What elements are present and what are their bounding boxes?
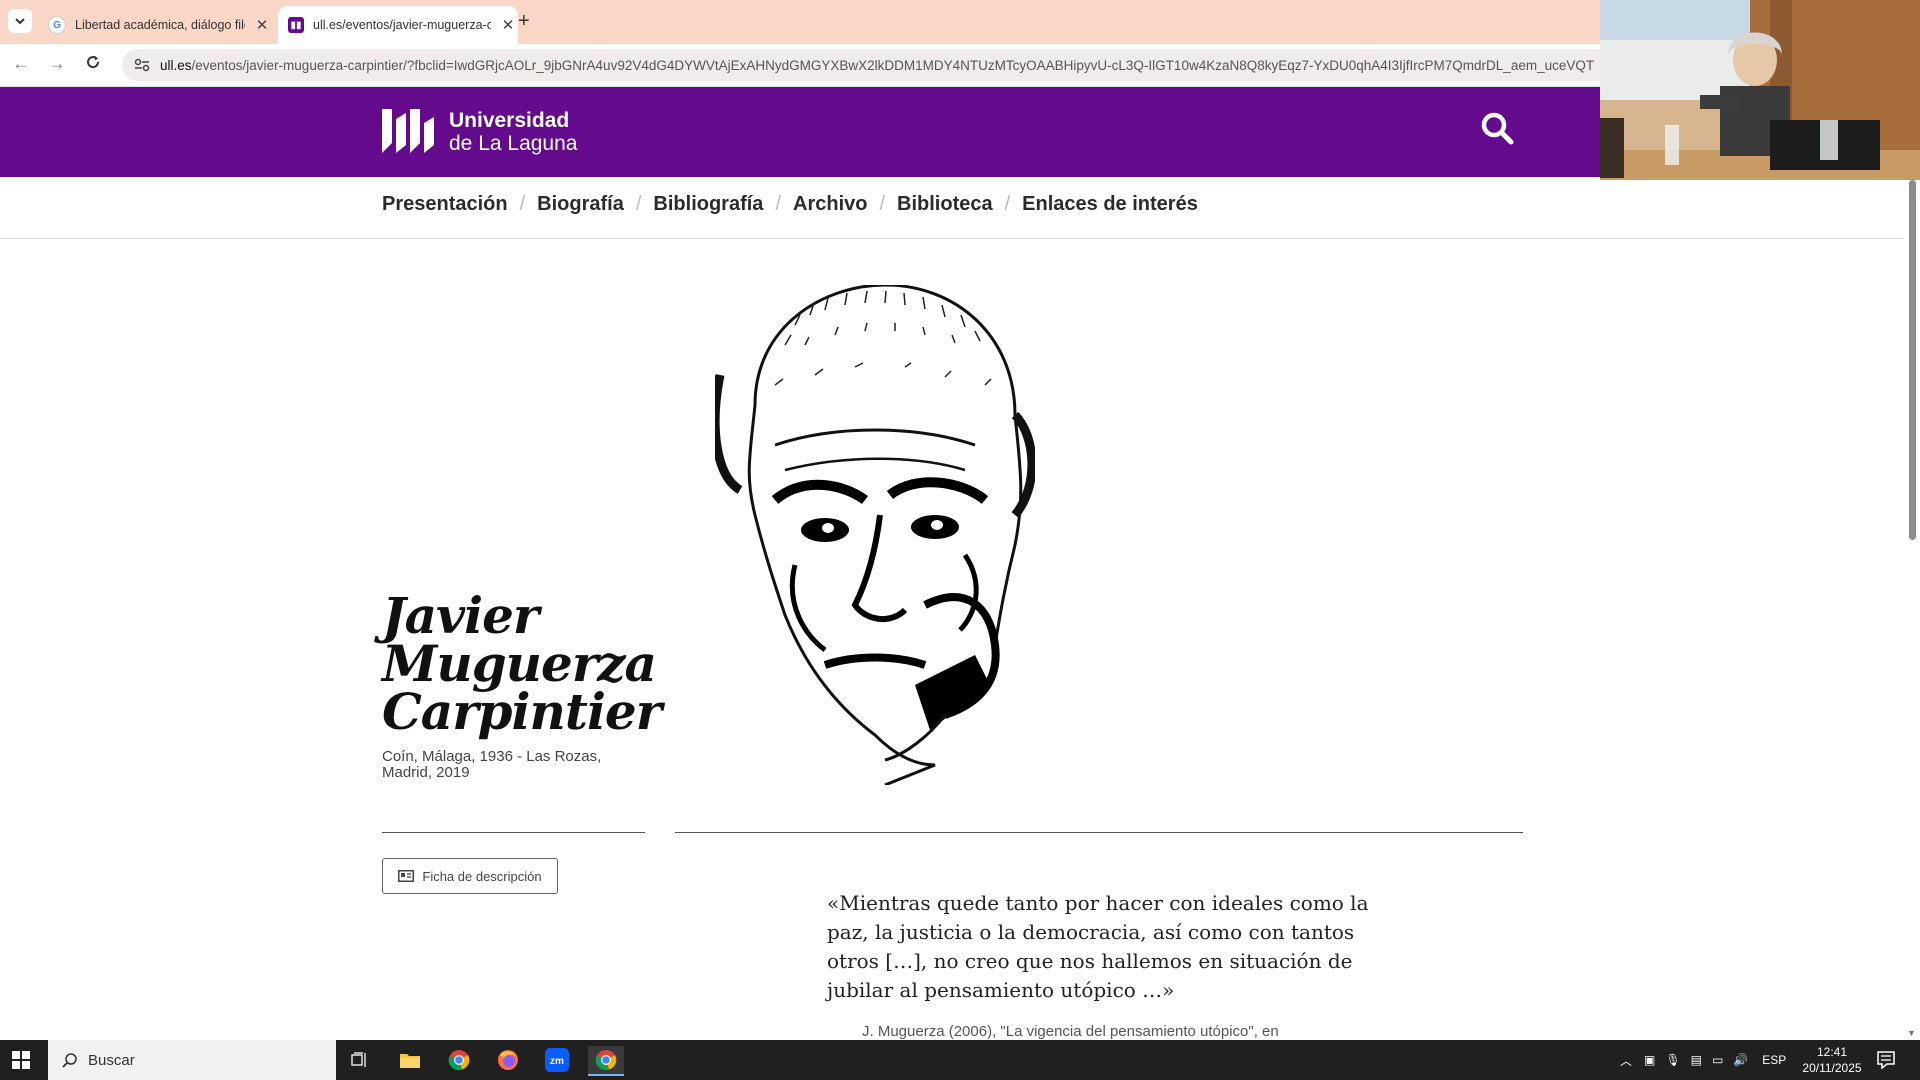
divider: [675, 832, 1523, 833]
birth-death-dates: Coín, Málaga, 1936 - Las Rozas, Madrid, …: [382, 748, 602, 781]
close-icon[interactable]: ✕: [499, 16, 517, 34]
nav-separator: /: [635, 193, 642, 215]
search-icon: [62, 1053, 77, 1068]
video-frame-image: [1600, 0, 1920, 180]
system-tray: ︿ ▣ 🎙 ▤ ▭ 🔊 ESP: [1620, 1040, 1786, 1080]
ficha-label: Ficha de descripción: [422, 868, 542, 884]
quote-text: «Mientras quede tanto por hacer con idea…: [827, 891, 1369, 1002]
chevron-down-icon: [15, 18, 25, 25]
quote-citation: J. Muguerza (2006), "La vigencia del pen…: [862, 1023, 1279, 1040]
nav-item-biografia[interactable]: Biografía: [537, 193, 624, 216]
nav-separator: /: [519, 193, 526, 215]
logo-line-1: Universidad: [449, 109, 570, 132]
google-icon: G: [48, 16, 66, 34]
chrome-active-icon[interactable]: [588, 1046, 624, 1076]
language-indicator[interactable]: ESP: [1762, 1053, 1786, 1067]
volume-icon[interactable]: 🔊: [1733, 1053, 1748, 1067]
nav-item-biblioteca[interactable]: Biblioteca: [897, 193, 993, 216]
person-name: Javier Muguerza Carpintier: [382, 586, 662, 741]
forward-button[interactable]: →: [46, 54, 68, 74]
nav-separator: /: [1004, 193, 1011, 215]
scroll-down-arrow-icon[interactable]: ▼: [1907, 1028, 1916, 1038]
microphone-icon[interactable]: 🎙: [1665, 1053, 1680, 1067]
address-bar: ← → ull.es/eventos/javier-muguerza-carpi…: [0, 44, 1612, 87]
browser-tab[interactable]: G Libertad académica, diálogo filosófico…: [36, 6, 284, 44]
taskbar-clock[interactable]: 12:41 20/11/2025: [1800, 1044, 1864, 1076]
search-icon[interactable]: [1480, 111, 1514, 145]
nav-item-enlaces[interactable]: Enlaces de interés: [1022, 193, 1198, 216]
reload-button[interactable]: [82, 54, 104, 75]
windows-taskbar: Buscar zm ︿ ▣ 🎙 ▤ ▭ 🔊 ESP 12:41 20/11/20…: [0, 1040, 1920, 1080]
camera-icon[interactable]: ▣: [1644, 1053, 1655, 1067]
name-line: Carpintier: [382, 682, 662, 741]
chrome-icon[interactable]: [441, 1046, 477, 1074]
security-icon[interactable]: ▤: [1691, 1053, 1702, 1067]
nav-item-bibliografia[interactable]: Bibliografía: [653, 193, 763, 216]
notification-icon[interactable]: [1876, 1050, 1896, 1070]
clock-date: 20/11/2025: [1802, 1061, 1862, 1075]
browser-tab-bar: G Libertad académica, diálogo filosófico…: [0, 0, 1600, 44]
back-button[interactable]: ←: [10, 54, 32, 74]
tab-title: Libertad académica, diálogo filosófico: [75, 18, 245, 32]
url-text: ull.es/eventos/javier-muguerza-carpintie…: [160, 58, 1594, 73]
nav-item-archivo[interactable]: Archivo: [793, 193, 867, 216]
page-scrollbar[interactable]: ▼: [1904, 177, 1920, 1040]
reload-icon: [87, 56, 100, 69]
site-navigation: Presentación / Biografía / Bibliografía …: [0, 177, 1910, 239]
firefox-icon[interactable]: [490, 1046, 526, 1074]
svg-text:zm: zm: [550, 1056, 564, 1067]
video-feed-overlay: [1600, 0, 1920, 180]
ull-logo-icon[interactable]: [382, 109, 436, 153]
show-hidden-icons-icon[interactable]: ︿: [1620, 1052, 1632, 1069]
site-header: Universidad de La Laguna: [0, 87, 1600, 177]
name-line: Muguerza: [382, 634, 657, 693]
taskbar-search-placeholder: Buscar: [88, 1051, 135, 1069]
file-explorer-icon[interactable]: [392, 1046, 428, 1074]
tab-title: ull.es/eventos/javier-muguerza-carpintie…: [313, 18, 491, 32]
id-card-icon: [398, 870, 415, 882]
name-line: Javier: [382, 586, 539, 645]
zoom-icon[interactable]: zm: [539, 1046, 575, 1074]
browser-tab-active[interactable]: ▮▮ ull.es/eventos/javier-muguerza-carpin…: [278, 6, 518, 44]
url-host: ull.es: [160, 57, 192, 73]
ficha-descripcion-button[interactable]: Ficha de descripción: [382, 858, 558, 894]
site-logo-text[interactable]: Universidad de La Laguna: [449, 109, 577, 155]
ull-icon: ▮▮: [288, 17, 304, 33]
tab-search-button[interactable]: [8, 9, 32, 33]
close-icon[interactable]: ✕: [253, 16, 271, 34]
windows-start-icon[interactable]: [12, 1051, 30, 1069]
scrollbar-thumb[interactable]: [1909, 180, 1916, 540]
nav-menu: Presentación / Biografía / Bibliografía …: [382, 193, 1198, 216]
url-field[interactable]: ull.es/eventos/javier-muguerza-carpintie…: [122, 49, 1612, 81]
taskbar-search-box[interactable]: Buscar: [48, 1040, 336, 1080]
portrait-illustration: [715, 285, 1035, 785]
nav-separator: /: [775, 193, 781, 215]
url-path: /eventos/javier-muguerza-carpintier/?fbc…: [191, 57, 1595, 73]
clock-time: 12:41: [1816, 1045, 1848, 1059]
divider: [382, 832, 645, 833]
task-view-icon[interactable]: [342, 1046, 378, 1074]
nav-separator: /: [879, 193, 886, 215]
logo-line-2: de La Laguna: [449, 132, 578, 155]
nav-item-presentacion[interactable]: Presentación: [382, 193, 508, 216]
network-icon[interactable]: ▭: [1712, 1053, 1723, 1067]
site-info-icon[interactable]: [132, 58, 152, 72]
new-tab-button[interactable]: +: [518, 10, 530, 33]
